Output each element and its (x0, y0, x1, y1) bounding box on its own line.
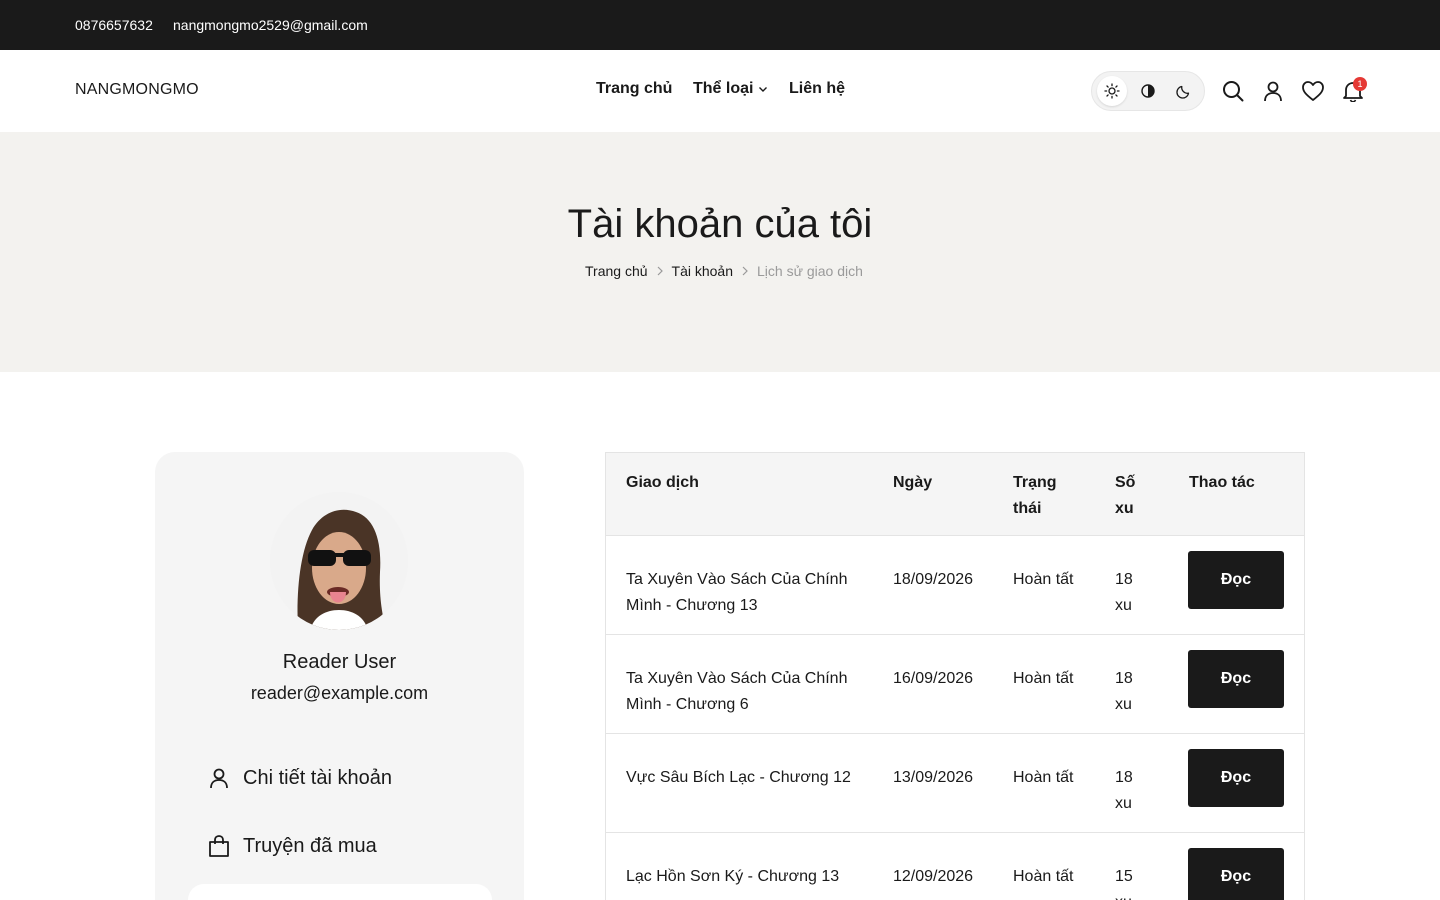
transaction-title: Ta Xuyên Vào Sách Của Chính Mình - Chươn… (626, 571, 848, 614)
wishlist-button[interactable] (1301, 79, 1325, 103)
sun-icon (1104, 83, 1120, 99)
transactions-table: Giao dịch Ngày Trạng thái Số xu Thao tác… (605, 452, 1305, 900)
column-header-coins: Số xu (1115, 474, 1136, 517)
column-header-date: Ngày (893, 474, 933, 491)
column-header-transaction: Giao dịch (626, 474, 699, 491)
contact-phone[interactable]: 0876657632 (75, 17, 153, 33)
sidebar-item-purchased-stories[interactable]: Truyện đã mua (207, 834, 377, 858)
site-logo[interactable]: NANGMONGMO (75, 81, 199, 99)
transaction-status: Hoàn tất (1013, 571, 1074, 588)
transaction-coins: 18 xu (1115, 571, 1133, 614)
read-button[interactable]: Đọc (1188, 551, 1284, 609)
table-row: Lạc Hồn Sơn Ký - Chương 13 12/09/2026 Ho… (606, 833, 1304, 900)
transaction-status: Hoàn tất (1013, 769, 1074, 786)
user-icon (1264, 81, 1282, 102)
column-header-action: Thao tác (1189, 474, 1255, 491)
account-button[interactable] (1261, 79, 1285, 103)
search-button[interactable] (1221, 79, 1245, 103)
transaction-date: 16/09/2026 (893, 670, 974, 687)
column-header-status: Trạng thái (1013, 474, 1057, 517)
read-button[interactable]: Đọc (1188, 848, 1284, 900)
transaction-date: 12/09/2026 (893, 868, 974, 885)
theme-auto-button[interactable] (1133, 76, 1163, 106)
nav-home[interactable]: Trang chủ (596, 80, 672, 98)
transaction-title: Lạc Hồn Sơn Ký - Chương 13 (626, 868, 840, 885)
breadcrumb-current: Lịch sử giao dịch (757, 263, 863, 279)
contact-email[interactable]: nangmongmo2529@gmail.com (173, 17, 368, 33)
user-email: reader@example.com (250, 683, 429, 703)
chevron-down-icon (759, 87, 768, 92)
read-button[interactable]: Đọc (1188, 650, 1284, 708)
transaction-coins: 15 xu (1115, 868, 1133, 900)
read-button[interactable]: Đọc (1188, 749, 1284, 807)
nav-genre-label: Thể loại (693, 80, 754, 97)
page-title: Tài khoản của tôi (567, 202, 873, 246)
sidebar-item-label: Truyện đã mua (243, 834, 377, 857)
sidebar-item-label: Chi tiết tài khoản (243, 766, 392, 789)
transaction-title: Ta Xuyên Vào Sách Của Chính Mình - Chươn… (626, 670, 848, 713)
table-row: Vực Sâu Bích Lạc - Chương 12 13/09/2026 … (606, 734, 1304, 833)
theme-switch (1091, 71, 1205, 111)
table-row: Ta Xuyên Vào Sách Của Chính Mình - Chươn… (606, 635, 1304, 734)
breadcrumb-home[interactable]: Trang chủ (585, 263, 648, 279)
theme-dark-button[interactable] (1169, 76, 1199, 106)
top-contact-bar: 0876657632 nangmongmo2529@gmail.com (0, 0, 1440, 50)
transaction-status: Hoàn tất (1013, 868, 1074, 885)
heart-icon (1302, 81, 1324, 101)
transaction-coins: 18 xu (1115, 769, 1133, 812)
transaction-date: 18/09/2026 (893, 571, 974, 588)
table-header: Giao dịch Ngày Trạng thái Số xu Thao tác (606, 453, 1304, 536)
avatar (270, 492, 408, 630)
shopping-bag-icon (209, 835, 229, 857)
nav-genre[interactable]: Thể loại (693, 80, 769, 98)
notification-badge: 1 (1353, 77, 1367, 91)
breadcrumb: Trang chủ Tài khoản Lịch sử giao dịch (585, 263, 863, 279)
site-header: NANGMONGMO Trang chủ Thể loại Liên hệ 1 (0, 50, 1440, 132)
sidebar-item-account-details[interactable]: Chi tiết tài khoản (207, 766, 392, 790)
breadcrumb-account[interactable]: Tài khoản (672, 263, 733, 279)
contrast-icon (1141, 84, 1155, 98)
user-name: Reader User (282, 651, 397, 673)
search-icon (1223, 81, 1244, 102)
account-sidebar: Reader User reader@example.com Chi tiết … (155, 452, 524, 900)
nav-contact[interactable]: Liên hệ (789, 80, 845, 98)
theme-light-button[interactable] (1097, 76, 1127, 106)
sidebar-item-transactions[interactable] (188, 884, 492, 900)
user-icon (210, 768, 228, 789)
transaction-coins: 18 xu (1115, 670, 1133, 713)
table-row: Ta Xuyên Vào Sách Của Chính Mình - Chươn… (606, 536, 1304, 635)
transaction-title: Vực Sâu Bích Lạc - Chương 12 (626, 769, 851, 786)
page-hero: Tài khoản của tôi Trang chủ Tài khoản Lị… (0, 132, 1440, 372)
transaction-status: Hoàn tất (1013, 670, 1074, 687)
transaction-date: 13/09/2026 (893, 769, 974, 786)
chevron-right-icon (657, 266, 663, 276)
chevron-right-icon (742, 266, 748, 276)
moon-icon (1176, 85, 1190, 99)
